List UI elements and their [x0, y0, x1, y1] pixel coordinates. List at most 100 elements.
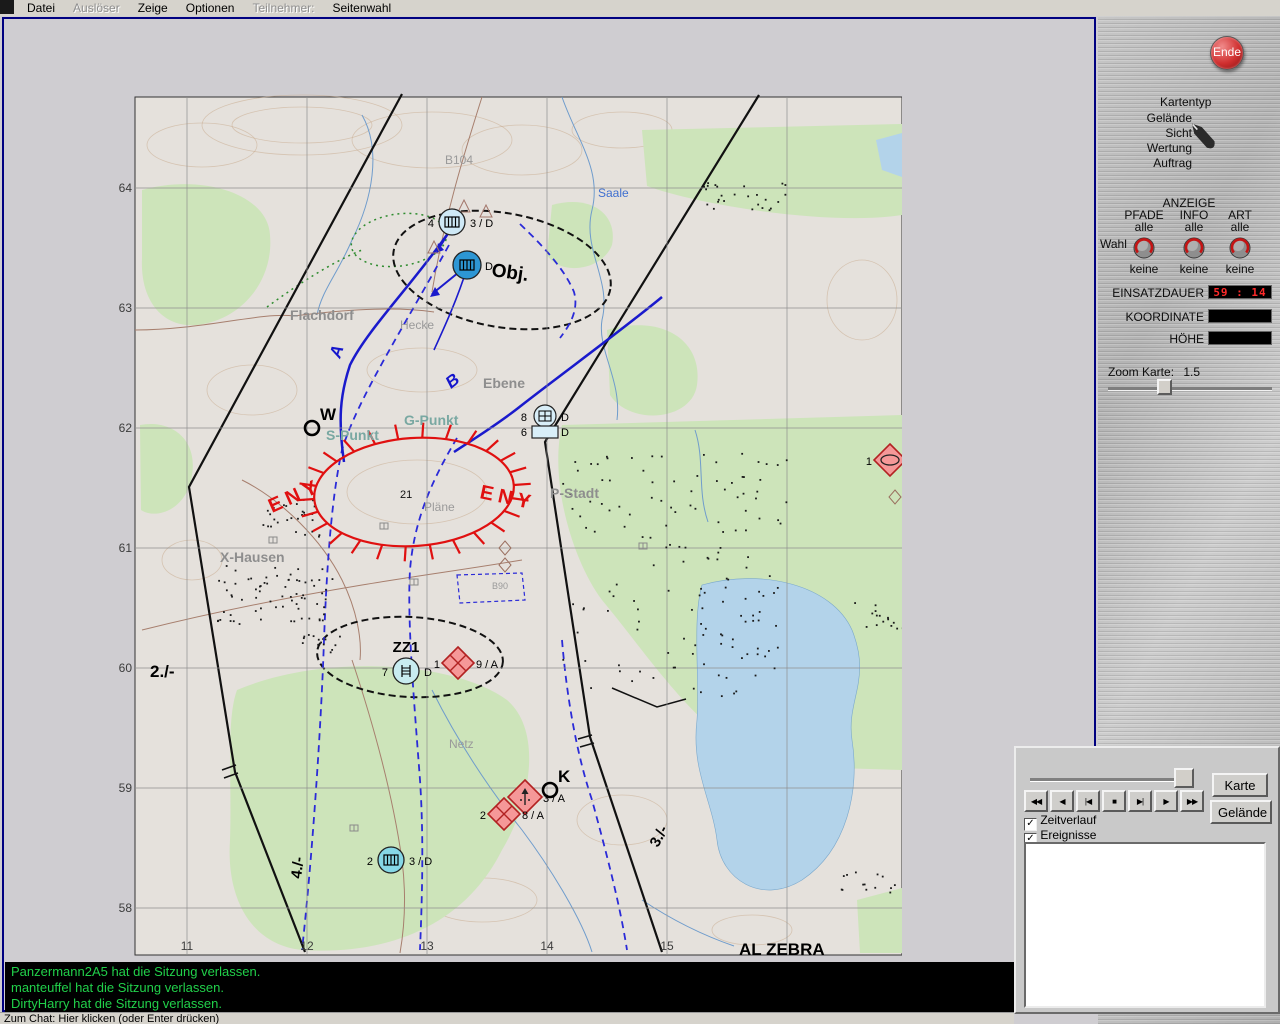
chat-status-bar[interactable]: Zum Chat: Hier klicken (oder Enter drück… [0, 1012, 1014, 1024]
karte-button[interactable]: Karte [1212, 773, 1268, 797]
svg-text:2: 2 [367, 856, 373, 868]
info-knob[interactable] [1181, 235, 1207, 261]
svg-text:3 / D: 3 / D [470, 218, 493, 230]
backward-button[interactable]: ◀ [1050, 790, 1074, 812]
fast-forward-button[interactable]: ▶▶ [1180, 790, 1204, 812]
pfade-knob-group: PFADE alle keine [1116, 209, 1172, 275]
svg-text:Hecke: Hecke [400, 318, 434, 332]
svg-text:63: 63 [119, 301, 133, 315]
menu-zeige[interactable]: Zeige [129, 1, 177, 15]
zoom-label-text: Zoom Karte: [1108, 365, 1174, 379]
svg-text:X-Hausen: X-Hausen [220, 549, 285, 565]
svg-text:4./-: 4./- [288, 856, 308, 880]
svg-text:Pläne: Pläne [424, 500, 455, 514]
pfade-keine-label: keine [1116, 263, 1172, 275]
menu-auslser: Auslöser [64, 1, 129, 15]
art-knob[interactable] [1227, 235, 1253, 261]
menu-bar: DateiAuslöserZeigeOptionenTeilnehmer:Sei… [0, 0, 1280, 16]
kartentyp-option-sicht[interactable]: Sicht [1082, 126, 1192, 140]
svg-text:9 / A: 9 / A [476, 659, 499, 671]
svg-text:B104: B104 [445, 153, 473, 167]
zoom-label: Zoom Karte: 1.5 [1108, 365, 1200, 379]
svg-text:60: 60 [119, 661, 133, 675]
svg-text:S-Punkt: S-Punkt [326, 427, 379, 443]
svg-text:12: 12 [300, 939, 314, 953]
hoehe-display [1208, 331, 1272, 345]
svg-text:D: D [561, 427, 569, 439]
menu-teilnehmer: Teilnehmer: [243, 1, 323, 15]
svg-text:58: 58 [119, 901, 133, 915]
svg-text:4: 4 [428, 218, 434, 230]
hoehe-label: HÖHE [1098, 332, 1204, 346]
koordinate-label: KOORDINATE [1098, 310, 1204, 324]
playback-panel: ◀◀◀|◀■▶|▶▶▶ Karte Gelände ✓ Zeitverlauf … [1014, 746, 1280, 1014]
zoom-value: 1.5 [1183, 365, 1200, 379]
svg-text:Ebene: Ebene [483, 375, 525, 391]
gelaende-button[interactable]: Gelände [1210, 800, 1272, 824]
svg-text:8 / A: 8 / A [522, 810, 545, 822]
menu-datei[interactable]: Datei [18, 1, 64, 15]
svg-text:P-Stadt: P-Stadt [550, 485, 599, 501]
zoom-slider-track[interactable] [1108, 387, 1272, 391]
svg-text:8: 8 [521, 412, 527, 424]
kartentyp-option-auftrag[interactable]: Auftrag [1082, 156, 1192, 170]
svg-text:2./-: 2./- [150, 662, 175, 681]
fast-backward-button[interactable]: ◀◀ [1024, 790, 1048, 812]
event-list[interactable] [1024, 842, 1266, 1008]
zeitverlauf-label: Zeitverlauf [1040, 813, 1096, 827]
end-button[interactable]: Ende [1210, 36, 1244, 70]
svg-text:62: 62 [119, 421, 133, 435]
chat-message-area[interactable]: Panzermann2A5 hat die Sitzung verlassen.… [5, 962, 1014, 1012]
svg-text:15: 15 [660, 939, 674, 953]
svg-text:D: D [561, 412, 569, 424]
ereignisse-label: Ereignisse [1040, 828, 1096, 842]
chat-message: manteuffel hat die Sitzung verlassen. [11, 980, 1008, 996]
svg-text:Saale: Saale [598, 186, 629, 200]
zoom-slider-thumb[interactable] [1157, 379, 1172, 395]
svg-text:W: W [320, 405, 337, 424]
step-backward-button[interactable]: |◀ [1076, 790, 1100, 812]
pfade-alle-label: alle [1116, 221, 1172, 233]
svg-text:13: 13 [420, 939, 434, 953]
tactical-map[interactable]: 43 / DD86DD1A7D19 / A3 / A28 / A23 / D W… [117, 90, 902, 962]
menu-optionen[interactable]: Optionen [177, 1, 244, 15]
kartentyp-title: Kartentyp [1160, 95, 1280, 109]
art-alle-label: alle [1212, 221, 1268, 233]
stop-button[interactable]: ■ [1102, 790, 1126, 812]
svg-text:14: 14 [540, 939, 554, 953]
svg-text:64: 64 [119, 181, 133, 195]
svg-text:AL ZEBRA: AL ZEBRA [739, 940, 825, 959]
svg-text:D: D [424, 667, 432, 679]
svg-text:Netz: Netz [449, 737, 474, 751]
svg-text:B90: B90 [492, 581, 508, 591]
chat-message: Panzermann2A5 hat die Sitzung verlassen. [11, 964, 1008, 980]
time-slider-thumb[interactable] [1174, 768, 1194, 788]
chat-message: DirtyHarry hat die Sitzung verlassen. [11, 996, 1008, 1012]
app-icon [0, 0, 14, 14]
svg-text:11: 11 [181, 939, 194, 953]
einsatzdauer-display: 59 : 14 [1208, 285, 1272, 299]
step-forward-button[interactable]: ▶| [1128, 790, 1152, 812]
svg-text:K: K [558, 767, 571, 786]
koordinate-display [1208, 309, 1272, 323]
application-window: DateiAuslöserZeigeOptionenTeilnehmer:Sei… [0, 0, 1280, 1024]
svg-text:7: 7 [382, 667, 388, 679]
kartentyp-option-wertung[interactable]: Wertung [1082, 141, 1192, 155]
forward-button[interactable]: ▶ [1154, 790, 1178, 812]
kartentyp-selector-knob[interactable] [1182, 113, 1226, 159]
svg-text:1: 1 [434, 659, 440, 671]
ereignisse-row: ✓ Ereignisse [1024, 829, 1096, 842]
svg-text:21: 21 [400, 489, 412, 501]
svg-text:Flachdorf: Flachdorf [290, 307, 354, 323]
svg-text:2: 2 [480, 810, 486, 822]
map-window: 43 / DD86DD1A7D19 / A3 / A28 / A23 / D W… [2, 17, 1096, 1012]
menu-seitenwahl[interactable]: Seitenwahl [323, 1, 400, 15]
svg-text:ZZ1: ZZ1 [393, 639, 420, 656]
kartentyp-option-gelaende[interactable]: Gelände [1082, 111, 1192, 125]
pfade-knob[interactable] [1131, 235, 1157, 261]
svg-text:61: 61 [119, 541, 133, 555]
art-knob-group: ART alle keine [1212, 209, 1268, 275]
menu-items: DateiAuslöserZeigeOptionenTeilnehmer:Sei… [18, 0, 400, 15]
time-slider-track[interactable] [1030, 778, 1194, 782]
svg-text:6: 6 [521, 427, 527, 439]
